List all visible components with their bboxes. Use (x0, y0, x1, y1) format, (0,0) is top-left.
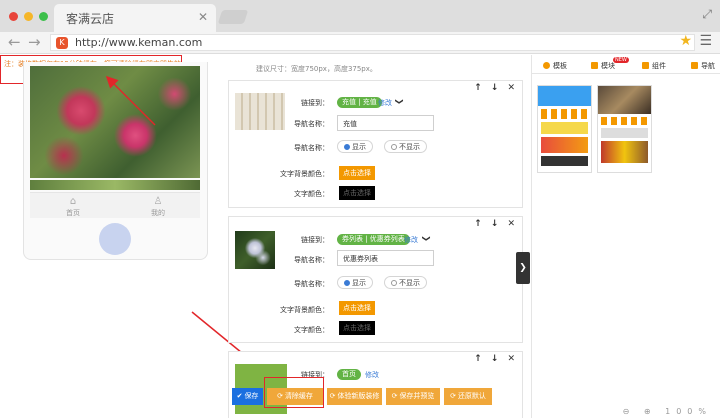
link-value-pill: 首页 (337, 369, 361, 380)
link-edit-link[interactable]: 修改 (365, 370, 379, 380)
save-button[interactable]: ✔ 保存 (232, 388, 263, 405)
link-value-pill: 券列表 | 优惠券列表 (337, 234, 410, 245)
radio-on-icon (344, 280, 350, 286)
arrow-to-notice (105, 75, 156, 126)
display-label: 导航名称： (294, 280, 329, 288)
template-icon (543, 62, 550, 69)
link-label: 链接到： (301, 99, 329, 107)
hide-label: 不显示 (399, 279, 420, 287)
save-preview-label: 保存并预览 (399, 392, 435, 400)
save-preview-button[interactable]: ⟳ 保存并预览 (386, 388, 440, 405)
bgcolor-label: 文字背景颜色： (280, 306, 329, 314)
zoom-status: ⊖ ⊕ 100% (622, 407, 712, 416)
textcolor-picker-button[interactable]: 点击选择 (339, 321, 375, 335)
screen: 客满云店 ✕ ⤢ ← → K http://www.keman.com ★ ☰ … (0, 0, 720, 418)
tpl2-text (601, 128, 648, 138)
tpl2-header (598, 86, 651, 114)
tpl2-grid (601, 141, 648, 163)
nav-name-input[interactable]: 优惠券列表 (337, 250, 434, 266)
right-panel-tabs: 模板 模块 NEW 组件 导航 (531, 57, 720, 74)
tpl1-promo (541, 137, 588, 153)
chevron-down-icon[interactable]: ❯ (395, 98, 404, 105)
card-controls[interactable]: ↑ ↓ ✕ (474, 83, 518, 93)
refresh-icon: ⟳ (391, 392, 398, 400)
template-thumbnail-2[interactable] (597, 85, 652, 173)
name-label: 导航名称： (294, 120, 329, 128)
tab-modules-label: 模块 (601, 62, 615, 70)
display-label: 导航名称： (294, 144, 329, 152)
save-label: 保存 (244, 392, 259, 400)
color-label: 文字颜色： (294, 326, 329, 334)
experience-label: 体验新版装修 (337, 392, 380, 400)
experience-new-button[interactable]: ⟳ 体验新版装修 (327, 388, 382, 405)
restore-default-button[interactable]: ⟳ 还原默认 (444, 388, 492, 405)
hide-label: 不显示 (399, 143, 420, 151)
tab-components-label: 组件 (652, 62, 666, 70)
tpl2-icons (601, 117, 648, 125)
show-radio[interactable]: 显示 (337, 140, 373, 153)
collapse-panel-toggle[interactable]: ❯ (516, 252, 530, 284)
link-value-pill: 充值 | 充值 (337, 97, 382, 108)
tab-components[interactable]: 组件 (642, 61, 666, 71)
tpl1-icons (541, 109, 588, 119)
link-label: 链接到： (301, 236, 329, 244)
tpl1-strip (541, 156, 588, 166)
nav-item-card-2: ↑ ↓ ✕ 链接到： 券列表 | 优惠券列表 修改 ❯ 导航名称： 优惠券列表 … (228, 216, 523, 343)
radio-off-icon (391, 280, 397, 286)
navigation-icon (691, 62, 698, 69)
size-hint: 建议尺寸：宽度750px，高度375px。 (256, 65, 377, 73)
link-edit-link[interactable]: 修改 (378, 98, 392, 108)
card-controls[interactable]: ↑ ↓ ✕ (474, 219, 518, 229)
refresh-icon: ⟳ (329, 392, 336, 400)
template-thumbnail-1[interactable] (537, 85, 592, 173)
refresh-icon: ⟳ (450, 392, 456, 400)
bgcolor-picker-button[interactable]: 点击选择 (339, 166, 375, 180)
tab-templates-label: 模板 (553, 62, 567, 70)
clear-cache-highlight-box (264, 377, 324, 408)
bgcolor-picker-button[interactable]: 点击选择 (339, 301, 375, 315)
radio-off-icon (391, 144, 397, 150)
tpl1-banner (541, 122, 588, 134)
restore-label: 还原默认 (457, 392, 486, 400)
tpl1-header (538, 86, 591, 106)
radio-on-icon (344, 144, 350, 150)
module-icon (591, 62, 598, 69)
check-icon: ✔ (236, 392, 243, 400)
new-badge: NEW (613, 57, 629, 63)
tab-modules[interactable]: 模块 NEW (591, 57, 629, 71)
textcolor-picker-button[interactable]: 点击选择 (339, 186, 375, 200)
chevron-down-icon[interactable]: ❯ (422, 235, 431, 242)
tab-templates[interactable]: 模板 (543, 61, 567, 71)
component-icon (642, 62, 649, 69)
show-radio[interactable]: 显示 (337, 276, 373, 289)
hide-radio[interactable]: 不显示 (384, 140, 427, 153)
bgcolor-label: 文字背景颜色： (280, 170, 329, 178)
nav-item-card-1: ↑ ↓ ✕ 链接到： 充值 | 充值 修改 ❯ 导航名称： 充值 导航名称： 显… (228, 80, 523, 208)
tab-navigation[interactable]: 导航 (691, 61, 715, 71)
link-edit-link[interactable]: 修改 (404, 235, 418, 245)
show-label: 显示 (352, 143, 366, 151)
tab-navigation-label: 导航 (701, 62, 715, 70)
nav-name-input[interactable]: 充值 (337, 115, 434, 131)
hide-radio[interactable]: 不显示 (384, 276, 427, 289)
name-label: 导航名称： (294, 256, 329, 264)
color-label: 文字颜色： (294, 190, 329, 198)
show-label: 显示 (352, 279, 366, 287)
card-controls[interactable]: ↑ ↓ ✕ (474, 354, 518, 364)
